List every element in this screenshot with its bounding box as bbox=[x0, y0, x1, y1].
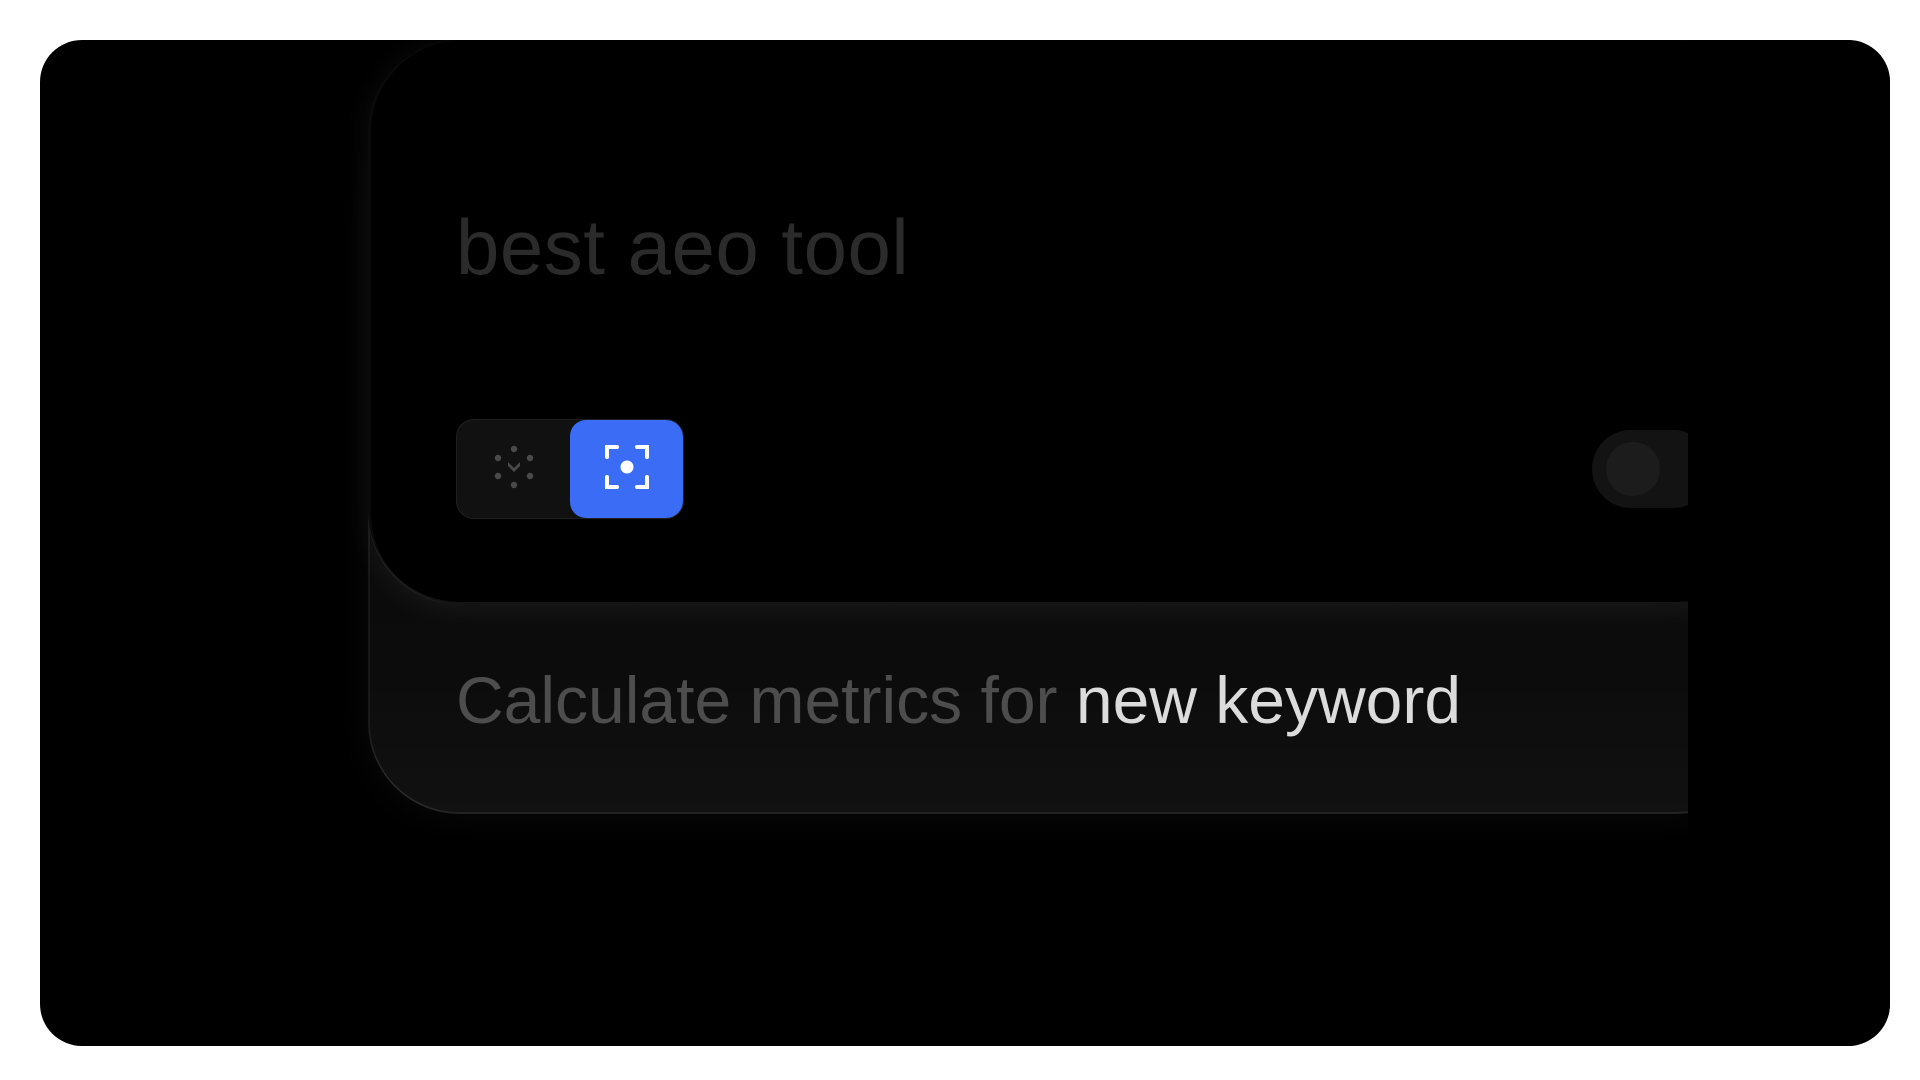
suggestion-highlight: new keyword bbox=[1075, 663, 1462, 737]
focus-target-icon bbox=[601, 441, 653, 498]
search-query-text[interactable]: best aeo tool bbox=[456, 202, 909, 293]
app-frame: best aeo tool Calculate metrics for new … bbox=[40, 40, 1890, 1046]
toggle-knob bbox=[1606, 442, 1660, 496]
mode-button-explore[interactable] bbox=[457, 420, 570, 518]
mode-button-focus[interactable] bbox=[570, 420, 683, 518]
suggestion-prefix: Calculate metrics for bbox=[456, 663, 1058, 737]
sparkle-scan-icon bbox=[489, 442, 539, 497]
mode-toggle bbox=[456, 419, 684, 519]
search-card bbox=[368, 40, 1768, 605]
right-mask bbox=[1688, 40, 1890, 1046]
suggestion-text[interactable]: Calculate metrics for new keyword bbox=[456, 662, 1461, 738]
